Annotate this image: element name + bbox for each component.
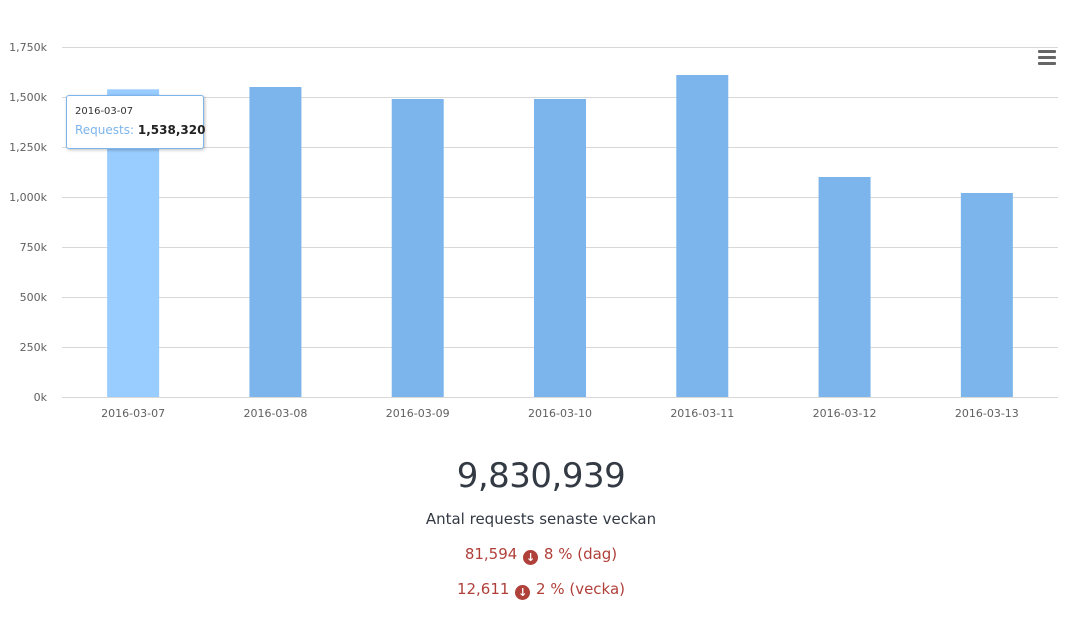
day-change: 81,594 ↓ 8 % (dag): [0, 545, 1082, 565]
x-tick-label: 2016-03-08: [243, 407, 307, 420]
day-change-percent: 8 % (dag): [543, 545, 618, 563]
x-tick-label: 2016-03-07: [101, 407, 165, 420]
tooltip-value: 1,538,320: [137, 123, 206, 137]
total-requests: 9,830,939: [456, 456, 626, 496]
x-tick-label: 2016-03-10: [528, 407, 592, 420]
y-tick-label: 1,750k: [9, 41, 47, 54]
y-tick-label: 500k: [20, 291, 48, 304]
y-tick-label: 1,000k: [9, 191, 47, 204]
y-tick-label: 1,500k: [9, 91, 47, 104]
tooltip-series-label: Requests:: [75, 123, 135, 137]
chart-menu-button[interactable]: [1036, 50, 1058, 70]
day-delta-value: 81,594: [464, 545, 518, 563]
x-tick-label: 2016-03-11: [670, 407, 734, 420]
bar[interactable]: [249, 87, 302, 397]
y-tick-label: 750k: [20, 241, 48, 254]
arrow-down-circle-icon: ↓: [515, 585, 531, 600]
week-delta-value: 12,611: [456, 580, 510, 598]
chart-tooltip: 2016-03-07 Requests: 1,538,320: [66, 95, 205, 149]
bar[interactable]: [534, 99, 586, 397]
bar[interactable]: [391, 99, 444, 397]
requests-bar-chart: 0k 250k 500k 750k 1,000k 1,250k 1,500k 1,750k 2…: [9, 41, 1058, 420]
tooltip-date: 2016-03-07: [75, 106, 134, 117]
x-tick-label: 2016-03-09: [386, 407, 450, 420]
hamburger-menu-icon: [1038, 50, 1056, 53]
bar[interactable]: [676, 75, 729, 397]
x-tick-label: 2016-03-12: [813, 407, 877, 420]
hamburger-line: [1038, 56, 1056, 59]
arrow-down-circle-icon: ↓: [523, 550, 539, 565]
week-change-percent: 2 % (vecka): [536, 580, 626, 598]
tooltip-line: Requests: 1,538,320: [75, 123, 205, 137]
y-tick-label: 250k: [20, 341, 48, 354]
x-tick-label: 2016-03-13: [955, 407, 1019, 420]
total-caption: Antal requests senaste veckan: [425, 510, 657, 528]
y-axis-labels: 0k 250k 500k 750k 1,000k 1,250k 1,500k 1,750k: [9, 41, 47, 404]
y-tick-label: 1,250k: [9, 141, 47, 154]
bar[interactable]: [960, 193, 1013, 397]
hamburger-line: [1038, 62, 1056, 65]
x-axis-labels: 2016-03-07 2016-03-08 2016-03-09 2016-03-10…: [101, 407, 1019, 420]
week-change: 12,611 ↓ 2 % (vecka): [0, 580, 1082, 600]
y-tick-label: 0k: [34, 391, 48, 404]
bar[interactable]: [818, 177, 871, 397]
bars: [107, 75, 1013, 397]
